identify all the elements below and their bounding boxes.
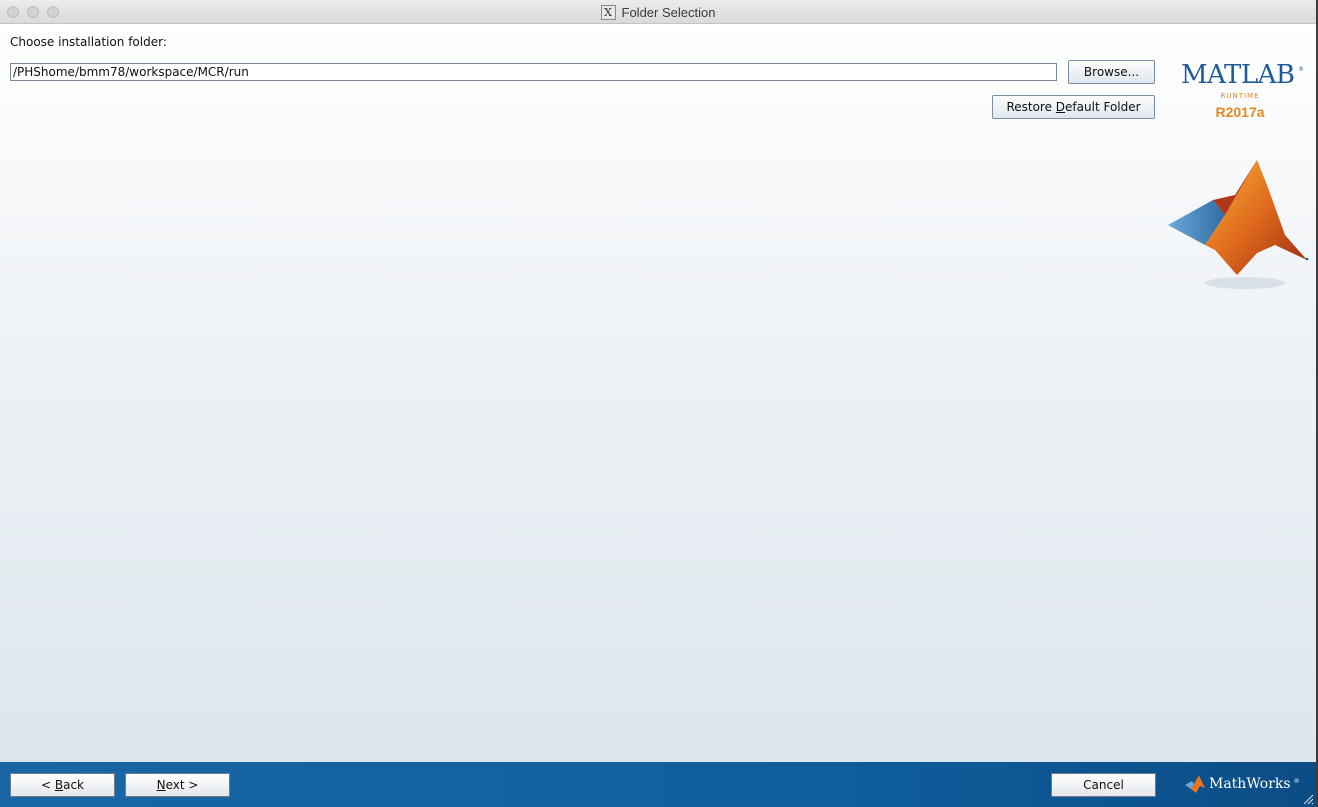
restore-label-suffix: efault Folder	[1065, 100, 1141, 114]
mathworks-membrane-icon	[1185, 775, 1205, 793]
mathworks-logo: MathWorks ®	[1184, 774, 1300, 794]
restore-default-folder-button[interactable]: Restore Default Folder	[992, 95, 1155, 119]
browse-button[interactable]: Browse...	[1068, 60, 1155, 84]
x11-app-icon: X	[600, 4, 616, 20]
back-label-suffix: ack	[63, 778, 84, 792]
next-label-suffix: ext >	[165, 778, 199, 792]
resize-grip-icon[interactable]	[1302, 793, 1314, 805]
next-button[interactable]: Next >	[125, 773, 230, 797]
mathworks-registered-mark: ®	[1293, 777, 1300, 785]
title-group: X Folder Selection	[0, 0, 1316, 24]
installation-folder-input[interactable]	[10, 63, 1057, 81]
restore-label-mnemonic: D	[1055, 100, 1066, 114]
matlab-registered-mark: ®	[1298, 66, 1304, 73]
title-bar: X Folder Selection	[0, 0, 1316, 24]
installer-window: X Folder Selection Choose installation f…	[0, 0, 1316, 807]
cancel-button[interactable]: Cancel	[1051, 773, 1156, 797]
choose-folder-label: Choose installation folder:	[10, 35, 167, 49]
release-label: R2017a	[1215, 104, 1265, 120]
runtime-label: RUNTIME	[1220, 92, 1260, 100]
next-label-mnemonic: N	[156, 778, 166, 792]
matlab-wordmark: MATLAB	[1181, 60, 1295, 90]
back-label-mnemonic: B	[54, 778, 64, 792]
mathworks-wordmark: MathWorks	[1209, 776, 1291, 792]
folder-selection-panel: Choose installation folder: Browse... Re…	[0, 25, 1316, 762]
matlab-membrane-icon	[1168, 160, 1309, 289]
wizard-footer: < Back Next > Cancel MathWorks ®	[0, 762, 1316, 807]
restore-label-prefix: Restore	[1006, 100, 1056, 114]
back-label-prefix: <	[40, 778, 55, 792]
window-title: Folder Selection	[621, 4, 716, 20]
back-button[interactable]: < Back	[10, 773, 115, 797]
